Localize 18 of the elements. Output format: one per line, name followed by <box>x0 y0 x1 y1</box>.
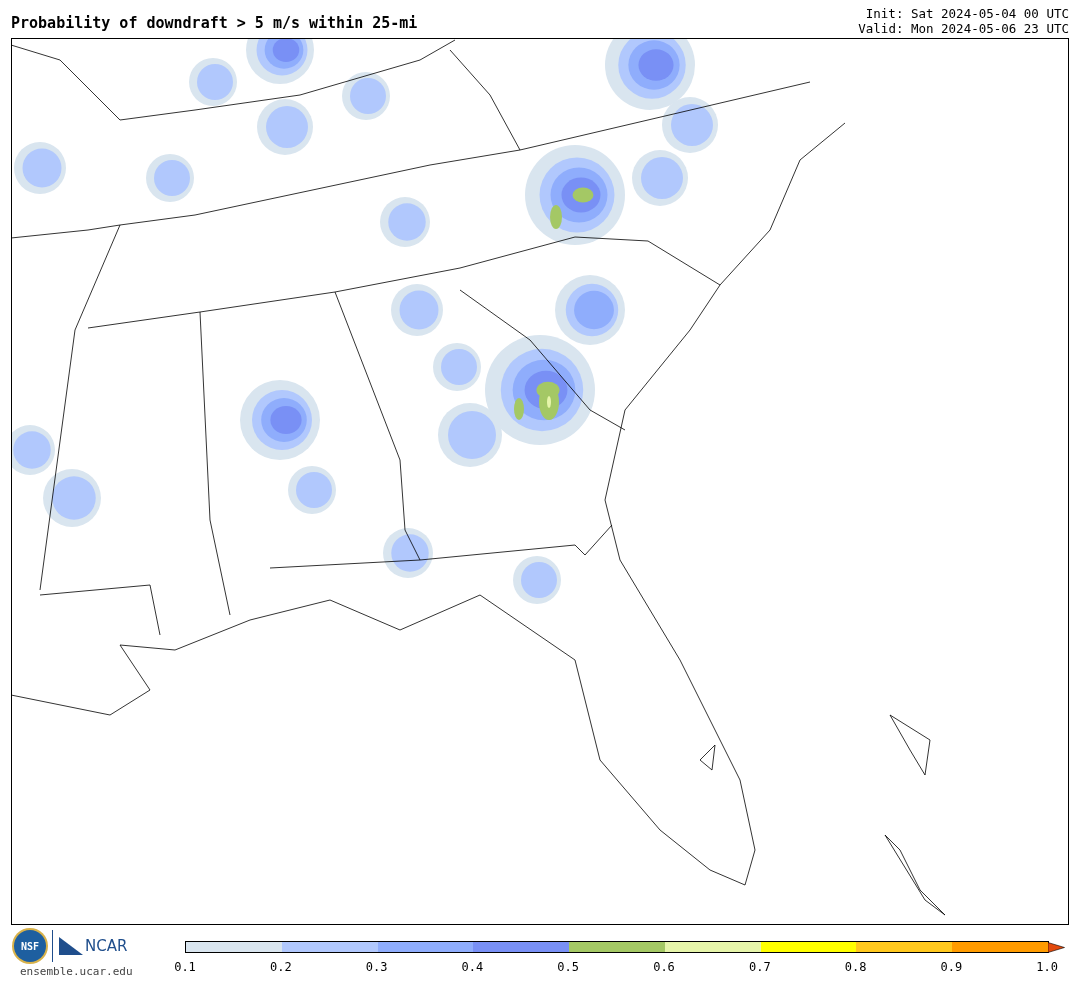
colorbar-tick-label: 0.9 <box>940 960 963 974</box>
valid-time: Valid: Mon 2024-05-06 23 UTC <box>858 21 1069 36</box>
ncar-logo: NCAR <box>85 937 128 955</box>
colorbar-tick-label: 0.5 <box>557 960 580 974</box>
colorbar-tick-label: 0.1 <box>174 960 196 974</box>
colorbar-tick-label: 0.7 <box>748 960 771 974</box>
colorbar-tick-label: 0.4 <box>461 960 484 974</box>
colorbar-tick-label: 0.2 <box>269 960 292 974</box>
init-time: Init: Sat 2024-05-04 00 UTC <box>865 6 1069 21</box>
colorbar-extend-arrow-icon <box>1048 941 1065 953</box>
colorbar-tick-label: 0.3 <box>365 960 388 974</box>
colorbar-tick-label: 1.0 <box>1036 960 1059 974</box>
colorbar-tick-label: 0.8 <box>844 960 867 974</box>
site-url: ensemble.ucar.edu <box>20 965 134 978</box>
chart-title: Probability of downdraft > 5 m/s within 25-mi <box>11 14 418 34</box>
colorbar-tick-label: 0.6 <box>653 960 675 974</box>
ncar-triangle-icon <box>59 937 83 955</box>
nsf-logo: NSF <box>14 930 46 962</box>
